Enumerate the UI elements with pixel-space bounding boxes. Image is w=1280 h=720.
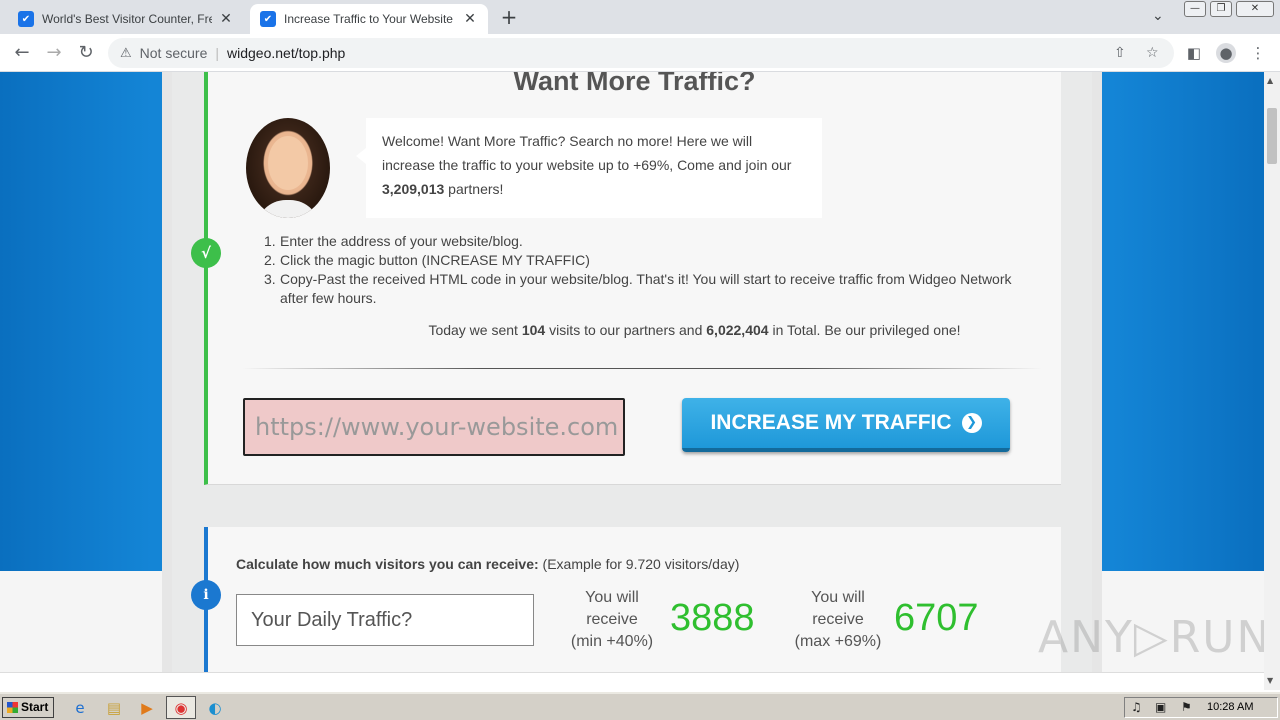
tab-title: World's Best Visitor Counter, Free hi <box>42 12 212 26</box>
max-receive-label: You will receive (max +69%) <box>788 587 888 653</box>
tab-search-icon[interactable]: ⌄ <box>1152 8 1164 24</box>
system-tray: ♫ ▣ ⚑ 10:28 AM <box>1124 697 1278 718</box>
min-visitors-value: 3888 <box>670 597 755 639</box>
share-icon[interactable]: ⇧ <box>1114 38 1126 68</box>
steps-list: 1. Enter the address of your website/blo… <box>264 232 1024 308</box>
start-label: Start <box>21 700 49 714</box>
welcome-text-end: partners! <box>444 181 504 197</box>
calculator-title: Calculate how much visitors you can rece… <box>236 556 739 572</box>
url-text[interactable]: widgeo.net/top.php <box>227 45 345 61</box>
website-url-input[interactable]: https://www.your-website.com <box>243 398 625 456</box>
restore-button[interactable]: ❐ <box>1210 1 1232 17</box>
chevron-right-icon: ❯ <box>961 413 982 433</box>
increase-traffic-button[interactable]: INCREASE MY TRAFFIC ❯ <box>682 398 1010 452</box>
list-item: 1. Enter the address of your website/blo… <box>264 232 1024 251</box>
menu-icon[interactable]: ⋮ <box>1248 43 1268 63</box>
security-label[interactable]: Not secure <box>140 45 208 61</box>
reload-button[interactable]: ↻ <box>74 41 98 65</box>
welcome-bubble: Welcome! Want More Traffic? Search no mo… <box>356 118 822 218</box>
clock[interactable]: 10:28 AM <box>1207 701 1253 713</box>
page-title: Want More Traffic? <box>513 72 756 96</box>
network-icon[interactable]: ▣ <box>1155 700 1166 714</box>
receive-label-line: (min +40%) <box>570 633 654 650</box>
address-separator: | <box>215 45 219 61</box>
browser-toolbar: ← → ↻ ⚠ Not secure | widgeo.net/top.php … <box>0 34 1280 72</box>
anyrun-watermark: ANY▷RUN <box>1038 612 1272 663</box>
max-visitors-value: 6707 <box>894 597 979 639</box>
traffic-card: Want More Traffic? Welcome! Want More Tr… <box>191 72 1061 485</box>
forward-button[interactable]: → <box>42 41 66 65</box>
step-number: 3. <box>264 271 276 287</box>
action-center-flag-icon[interactable]: ⚑ <box>1181 700 1192 714</box>
tab-title: Increase Traffic to Your Website by <box>284 12 456 26</box>
welcome-text: Welcome! Want More Traffic? Search no mo… <box>382 133 792 173</box>
list-item: 2. Click the magic button (INCREASE MY T… <box>264 251 1024 270</box>
receive-label-line: receive <box>812 611 864 628</box>
visits-summary: Today we sent 104 visits to our partners… <box>208 322 1181 338</box>
avatar-image <box>246 118 330 218</box>
today-visits: 104 <box>521 322 546 338</box>
step-text: Enter the address of your website/blog. <box>280 233 523 249</box>
min-receive-label: You will receive (min +40%) <box>562 587 662 653</box>
receive-label-line: receive <box>586 611 638 628</box>
minimize-button[interactable]: — <box>1184 1 1206 17</box>
tab-strip: ✔ World's Best Visitor Counter, Free hi … <box>0 0 1280 34</box>
list-item: 3. Copy-Past the received HTML code in y… <box>264 270 1024 308</box>
step-number: 2. <box>264 252 276 268</box>
close-icon[interactable]: ✕ <box>218 11 234 27</box>
chrome-icon[interactable]: ◉ <box>171 698 191 718</box>
receive-label-line: (max +69%) <box>794 633 882 650</box>
partners-count: 3,209,013 <box>382 181 445 197</box>
close-icon[interactable]: ✕ <box>462 11 478 27</box>
edge-icon[interactable]: ◐ <box>205 698 225 718</box>
address-bar[interactable]: ⚠ Not secure | widgeo.net/top.php ⇧ ☆ <box>108 38 1174 68</box>
tab-visitor-counter[interactable]: ✔ World's Best Visitor Counter, Free hi … <box>8 4 244 34</box>
taskbar: Start e ▤ ▶ ◉ ◐ ♫ ▣ ⚑ 10:28 AM <box>0 692 1280 720</box>
step-number: 1. <box>264 233 276 249</box>
new-tab-button[interactable]: + <box>498 6 520 28</box>
calculator-example: (Example for 9.720 visitors/day) <box>538 556 740 572</box>
bookmark-star-icon[interactable]: ☆ <box>1146 38 1159 68</box>
receive-label-line: You will <box>811 589 865 606</box>
summary-text: in Total. Be our privileged one! <box>768 322 961 338</box>
widgeo-icon: ✔ <box>18 11 34 27</box>
profile-avatar-icon[interactable]: ● <box>1216 43 1236 63</box>
step-text: Click the magic button (INCREASE MY TRAF… <box>280 252 590 268</box>
step-text: Copy-Past the received HTML code in your… <box>280 271 1012 306</box>
summary-text: visits to our partners and <box>545 322 707 338</box>
daily-traffic-input[interactable]: Your Daily Traffic? <box>236 594 534 646</box>
total-visits: 6,022,404 <box>706 322 769 338</box>
cta-label: INCREASE MY TRAFFIC <box>710 411 952 434</box>
folder-icon[interactable]: ▤ <box>104 698 124 718</box>
side-panel-icon[interactable]: ◧ <box>1184 43 1204 63</box>
scrollbar-thumb[interactable] <box>1267 108 1277 164</box>
calculator-heading: Calculate how much visitors you can rece… <box>236 556 539 572</box>
windows-logo-icon <box>7 702 18 713</box>
page-viewport: Want More Traffic? Welcome! Want More Tr… <box>0 72 1264 672</box>
warning-icon[interactable]: ⚠ <box>120 46 132 61</box>
media-player-icon[interactable]: ▶ <box>137 698 157 718</box>
volume-icon[interactable]: ♫ <box>1131 700 1142 714</box>
ie-icon[interactable]: e <box>70 698 90 718</box>
check-icon: √ <box>191 238 221 268</box>
tab-increase-traffic[interactable]: ✔ Increase Traffic to Your Website by ✕ <box>250 4 488 34</box>
scroll-down-icon[interactable]: ▼ <box>1267 676 1273 685</box>
calculator-card: i Calculate how much visitors you can re… <box>191 527 1061 672</box>
summary-text: Today we sent <box>428 322 522 338</box>
divider <box>242 368 1042 369</box>
avatar-shirt <box>256 200 320 218</box>
horizontal-scrollbar[interactable] <box>0 672 1264 690</box>
vertical-scrollbar[interactable]: ▲ ▼ <box>1264 72 1280 690</box>
scroll-up-icon[interactable]: ▲ <box>1267 76 1273 85</box>
info-icon: i <box>191 580 221 610</box>
receive-label-line: You will <box>585 589 639 606</box>
window-close-button[interactable]: ✕ <box>1236 1 1274 17</box>
back-button[interactable]: ← <box>10 41 34 65</box>
widgeo-icon: ✔ <box>260 11 276 27</box>
start-button[interactable]: Start <box>2 697 54 718</box>
avatar-face <box>268 136 308 190</box>
